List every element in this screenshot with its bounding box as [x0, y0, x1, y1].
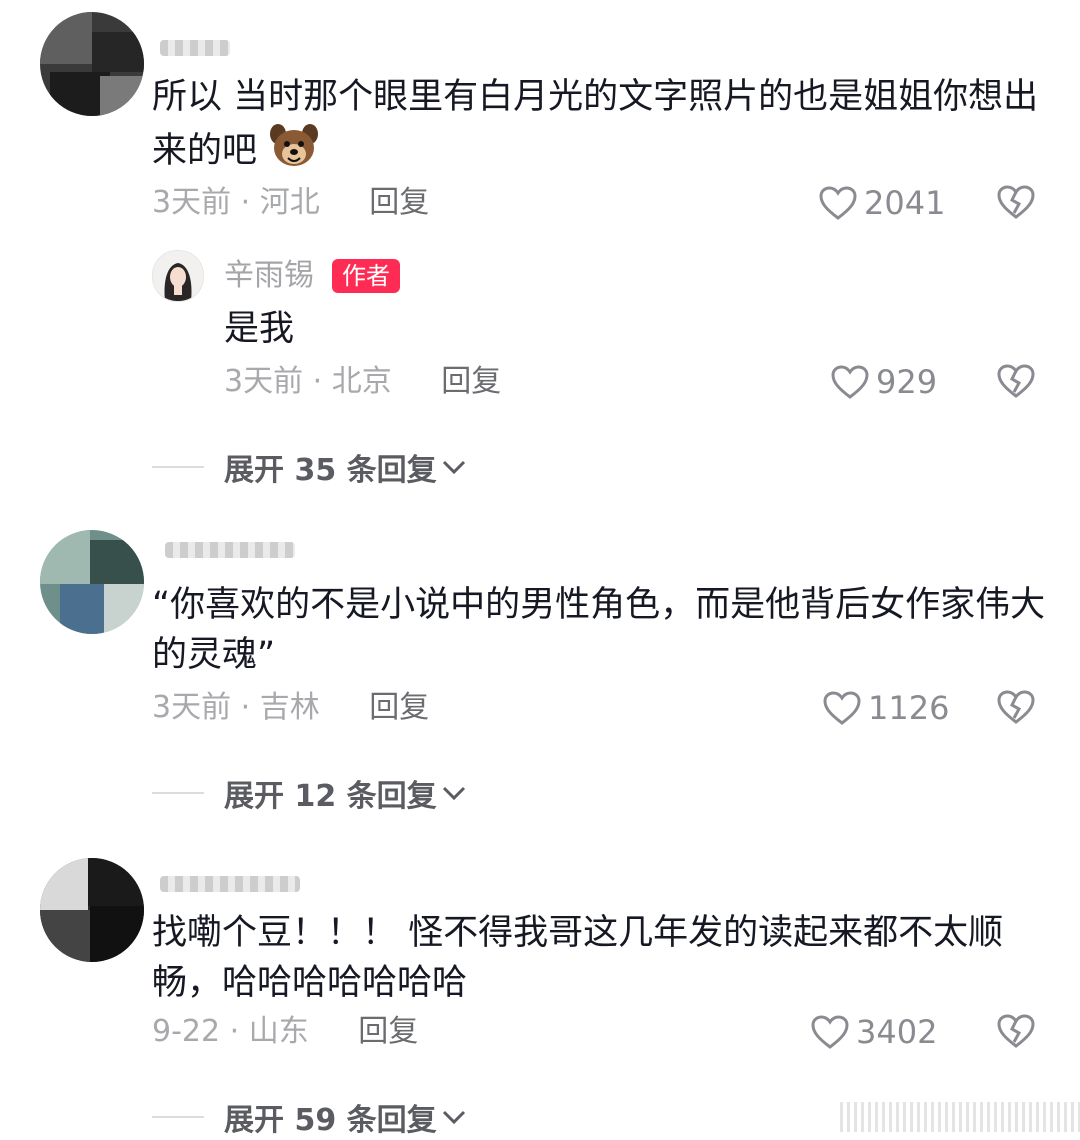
meta-separator: · — [240, 185, 251, 220]
like-button[interactable]: 929 — [830, 362, 937, 402]
avatar[interactable] — [40, 12, 144, 116]
like-count: 1126 — [868, 689, 950, 727]
watermark — [840, 1102, 1080, 1132]
expand-label: 展开 59 条回复 — [224, 1103, 437, 1138]
like-button[interactable]: 1126 — [822, 688, 949, 728]
author-name[interactable]: 辛雨锡 — [224, 256, 314, 296]
comment-meta: 3天前 · 吉林 回复 — [152, 688, 429, 728]
comment-text: 所以 当时那个眼里有白月光的文字照片的也是姐姐你想出来的吧 — [152, 72, 1052, 184]
reply-button[interactable]: 回复 — [369, 690, 429, 725]
reply-button[interactable]: 回复 — [441, 364, 501, 399]
like-count: 2041 — [864, 184, 946, 222]
dislike-button[interactable] — [996, 362, 1036, 404]
comment-location: 山东 — [248, 1014, 309, 1049]
meta-separator: · — [312, 364, 323, 399]
expand-label: 展开 35 条回复 — [224, 453, 437, 488]
username-blurred[interactable] — [160, 40, 230, 56]
broken-heart-icon — [997, 1014, 1035, 1048]
expand-replies-button[interactable]: 展开 35 条回复 — [152, 447, 467, 488]
divider — [152, 1116, 204, 1118]
comment-time: 9-22 — [152, 1014, 221, 1049]
comment-time: 3天前 — [152, 185, 232, 220]
comment-location: 河北 — [259, 185, 320, 220]
author-avatar[interactable] — [152, 250, 204, 302]
meta-separator: · — [240, 690, 251, 725]
divider — [152, 792, 204, 794]
expand-replies-button[interactable]: 展开 12 条回复 — [152, 773, 467, 814]
chevron-down-icon — [442, 786, 465, 801]
dog-emoji-icon — [268, 122, 320, 184]
reply-time: 3天前 — [224, 364, 304, 399]
username-blurred[interactable] — [165, 542, 295, 558]
author-badge: 作者 — [332, 259, 400, 293]
meta-separator: · — [229, 1014, 240, 1049]
avatar[interactable] — [40, 858, 144, 962]
heart-outline-icon — [823, 691, 861, 725]
dislike-button[interactable] — [996, 688, 1036, 730]
comment-location: 吉林 — [259, 690, 320, 725]
dislike-button[interactable] — [996, 183, 1036, 225]
reply-text: 是我 — [224, 309, 295, 349]
like-button[interactable]: 3402 — [810, 1012, 937, 1052]
heart-outline-icon — [819, 186, 857, 220]
reply-button[interactable]: 回复 — [358, 1014, 418, 1049]
divider — [152, 466, 204, 468]
broken-heart-icon — [997, 364, 1035, 398]
chevron-down-icon — [442, 1110, 465, 1125]
broken-heart-icon — [997, 690, 1035, 724]
expand-replies-button[interactable]: 展开 59 条回复 — [152, 1097, 467, 1138]
chevron-down-icon — [442, 460, 465, 475]
reply-meta: 3天前 · 北京 回复 — [224, 362, 501, 402]
avatar[interactable] — [40, 530, 144, 634]
dislike-button[interactable] — [996, 1012, 1036, 1054]
like-count: 929 — [876, 363, 938, 401]
broken-heart-icon — [997, 185, 1035, 219]
reply-location: 北京 — [331, 364, 392, 399]
expand-label: 展开 12 条回复 — [224, 779, 437, 814]
comment-time: 3天前 — [152, 690, 232, 725]
reply-button[interactable]: 回复 — [369, 185, 429, 220]
heart-outline-icon — [831, 365, 869, 399]
like-count: 3402 — [856, 1013, 938, 1051]
comment-text: 找嘞个豆！！！ 怪不得我哥这几年发的读起来都不太顺畅，哈哈哈哈哈哈哈 — [152, 913, 1004, 1003]
comment-text: “你喜欢的不是小说中的男性角色，而是他背后女作家伟大的灵魂” — [152, 585, 1046, 675]
heart-outline-icon — [811, 1015, 849, 1049]
comment-meta: 3天前 · 河北 回复 — [152, 183, 429, 223]
like-button[interactable]: 2041 — [818, 183, 945, 223]
username-blurred[interactable] — [160, 876, 300, 892]
comment-meta: 9-22 · 山东 回复 — [152, 1012, 418, 1052]
